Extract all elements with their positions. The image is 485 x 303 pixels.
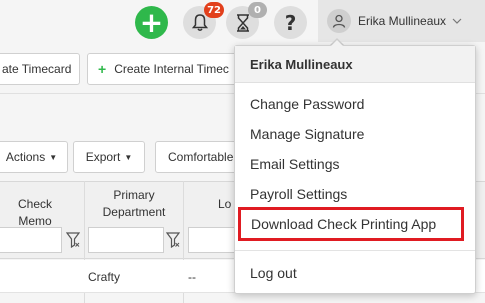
user-name: Erika Mullineaux: [358, 14, 447, 28]
create-timecard-label: ate Timecard: [2, 62, 72, 76]
plus-icon: +: [98, 61, 107, 77]
column-header-check-memo[interactable]: Check Memo: [0, 196, 70, 230]
menu-item-download-check-printing-app[interactable]: Download Check Printing App: [238, 207, 464, 241]
dropdown-pointer-inner: [330, 40, 344, 47]
user-dropdown-menu: Erika Mullineaux Change Password Manage …: [234, 45, 476, 294]
help-icon: ?: [284, 10, 297, 35]
bell-icon: [191, 13, 208, 31]
timers-badge: 0: [248, 2, 267, 18]
avatar: [327, 9, 351, 33]
menu-item-log-out[interactable]: Log out: [235, 259, 475, 287]
location-cell: --: [188, 270, 196, 284]
column-header-primary-department-line1[interactable]: Primary: [88, 187, 180, 204]
menu-item-manage-signature[interactable]: Manage Signature: [235, 120, 475, 148]
timers-button[interactable]: 0: [226, 2, 267, 39]
create-timecard-button[interactable]: ate Timecard: [0, 53, 80, 85]
help-button[interactable]: ?: [274, 6, 307, 39]
check-memo-filter-input[interactable]: [0, 227, 62, 253]
caret-down-icon: ▼: [49, 152, 58, 162]
chevron-down-icon: [452, 18, 462, 24]
filter-icon[interactable]: [66, 232, 80, 248]
notifications-button[interactable]: 72: [183, 2, 224, 39]
add-button[interactable]: +: [135, 6, 168, 39]
actions-label: Actions: [5, 150, 46, 164]
filter-icon[interactable]: [166, 232, 180, 248]
menu-item-payroll-settings[interactable]: Payroll Settings: [235, 180, 475, 208]
department-cell: Crafty: [88, 270, 121, 284]
menu-item-change-password[interactable]: Change Password: [235, 90, 475, 118]
export-dropdown[interactable]: Export ▼: [73, 141, 145, 173]
density-label: Comfortable: [168, 150, 234, 164]
plus-icon: +: [139, 5, 164, 39]
user-icon: [332, 14, 346, 28]
create-internal-label: Create Internal Timec: [114, 62, 229, 76]
column-header-primary-department-line2[interactable]: Department: [88, 204, 180, 221]
hourglass-icon: [236, 13, 249, 32]
department-filter-input[interactable]: [88, 227, 164, 253]
location-filter-input[interactable]: [188, 227, 238, 253]
menu-item-email-settings[interactable]: Email Settings: [235, 150, 475, 178]
user-menu-header: Erika Mullineaux: [235, 46, 475, 83]
menu-divider: [235, 250, 475, 251]
caret-down-icon: ▼: [124, 152, 133, 162]
user-menu-toggle[interactable]: Erika Mullineaux: [318, 0, 485, 42]
actions-dropdown[interactable]: Actions ▼: [0, 141, 68, 173]
export-label: Export: [85, 150, 121, 164]
create-internal-timecard-button[interactable]: + Create Internal Timec: [87, 53, 247, 85]
notifications-badge: 72: [204, 2, 224, 18]
